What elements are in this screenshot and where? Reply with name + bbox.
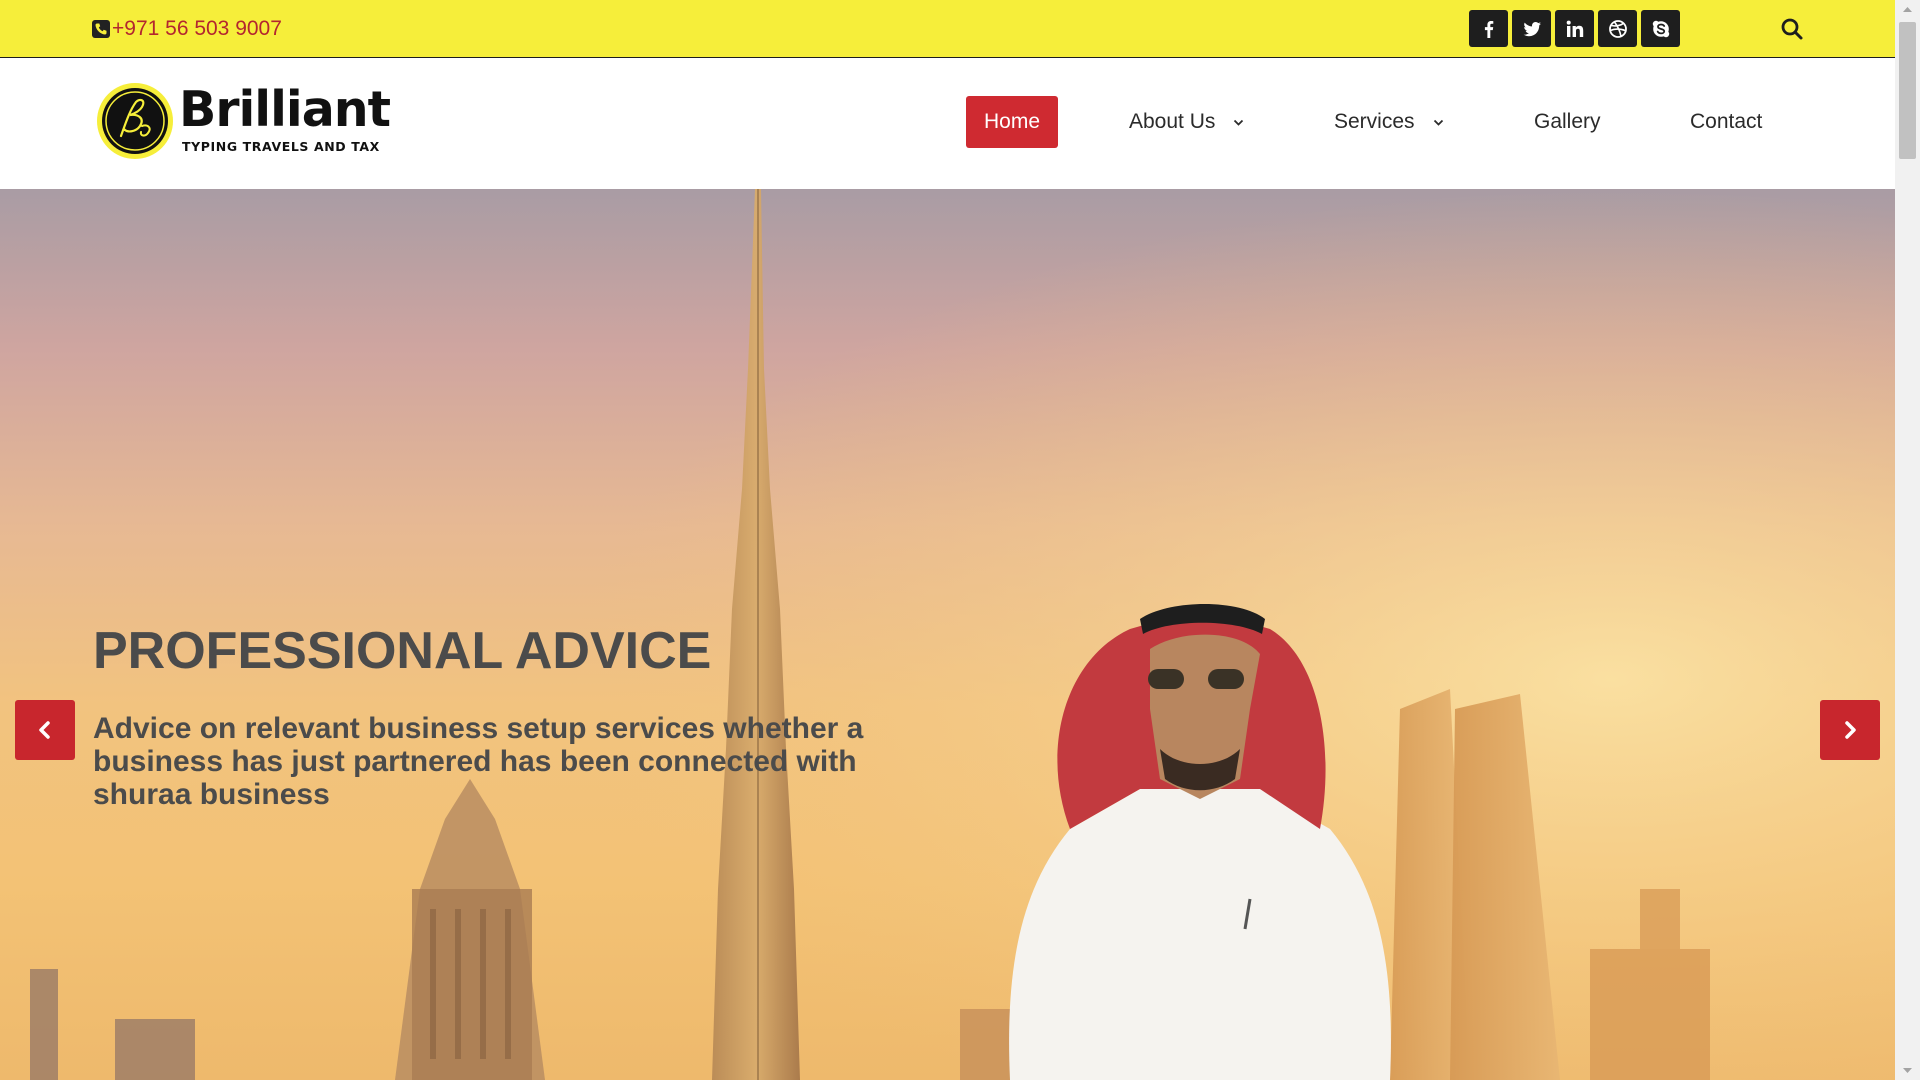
slider-prev-button[interactable] — [15, 700, 75, 760]
search-icon[interactable] — [1779, 16, 1805, 42]
logo-emblem-icon — [97, 83, 173, 159]
twitter-icon — [1523, 21, 1541, 36]
twitter-button[interactable] — [1512, 10, 1551, 47]
social-links — [1469, 10, 1680, 47]
dribbble-button[interactable] — [1598, 10, 1637, 47]
chevron-left-icon — [39, 721, 50, 739]
phone-icon — [92, 20, 110, 38]
phone-number: +971 56 503 9007 — [112, 17, 282, 40]
hero-title: PROFESSIONAL ADVICE — [93, 622, 712, 680]
phone-link[interactable]: +971 56 503 9007 — [92, 16, 282, 42]
nav-contact[interactable]: Contact — [1690, 96, 1762, 148]
page-scrollbar[interactable] — [1895, 0, 1920, 1080]
nav-home-label: Home — [984, 110, 1041, 133]
nav-about-us[interactable]: About Us — [1129, 96, 1245, 148]
nav-services-label: Services — [1334, 110, 1415, 133]
slider-next-button[interactable] — [1820, 700, 1880, 760]
nav-contact-label: Contact — [1690, 110, 1763, 133]
skype-button[interactable] — [1641, 10, 1680, 47]
logo[interactable]: Brilliant TYPING TRAVELS AND TAX — [96, 80, 401, 164]
skype-icon — [1652, 20, 1669, 37]
facebook-button[interactable] — [1469, 10, 1508, 47]
top-bar: +971 56 503 9007 — [0, 0, 1895, 58]
chevron-down-icon — [1433, 119, 1443, 126]
brand-tagline: TYPING TRAVELS AND TAX — [182, 139, 380, 154]
nav-home[interactable]: Home — [966, 96, 1059, 148]
dribbble-icon — [1608, 19, 1627, 38]
nav-about-us-label: About Us — [1129, 110, 1216, 133]
hero-slider: PROFESSIONAL ADVICE Advice on relevant b… — [0, 189, 1895, 1080]
scroll-down-arrow-icon[interactable] — [1895, 1060, 1920, 1080]
chevron-down-icon — [1234, 119, 1244, 126]
chevron-right-icon — [1845, 721, 1856, 739]
facebook-icon — [1484, 20, 1493, 38]
nav-gallery[interactable]: Gallery — [1534, 96, 1601, 148]
page: +971 56 503 9007 Brilliant TYPING TRAVEL… — [0, 0, 1895, 1080]
hero-description: Advice on relevant business setup servic… — [93, 712, 864, 811]
brand-name: Brilliant — [179, 81, 391, 138]
nav-gallery-label: Gallery — [1534, 110, 1601, 133]
linkedin-button[interactable] — [1555, 10, 1594, 47]
nav-services[interactable]: Services — [1334, 96, 1445, 148]
site-header: Brilliant TYPING TRAVELS AND TAX Home Ab… — [0, 58, 1895, 189]
scroll-up-arrow-icon[interactable] — [1895, 0, 1920, 20]
linkedin-icon — [1566, 20, 1583, 37]
scroll-thumb[interactable] — [1899, 22, 1916, 159]
